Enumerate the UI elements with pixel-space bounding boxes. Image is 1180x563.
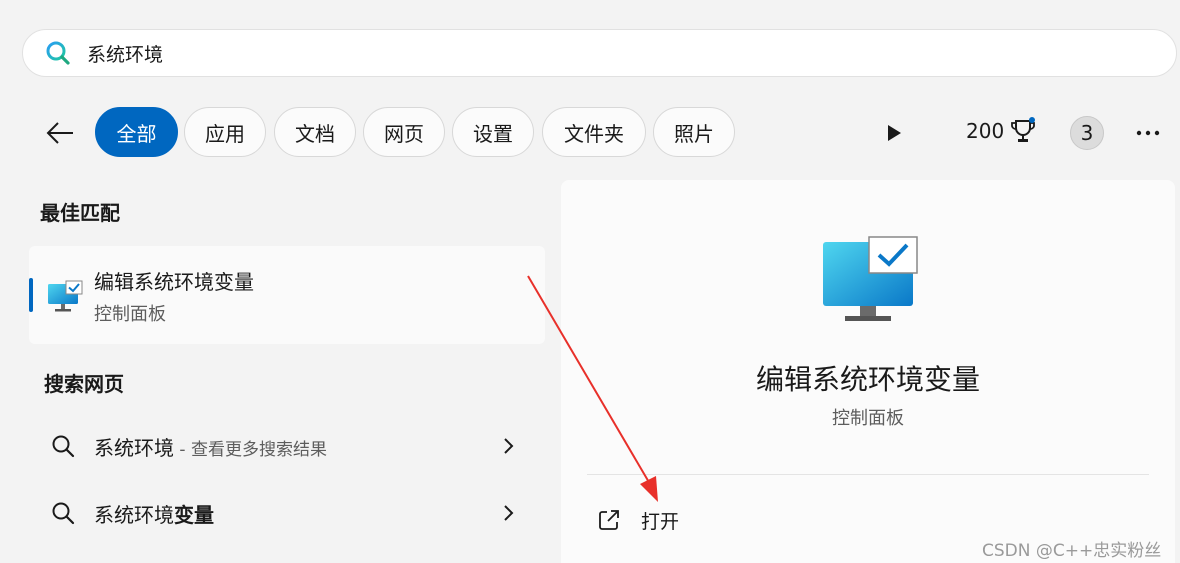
best-match-subtitle: 控制面板 bbox=[94, 304, 166, 325]
filter-row: 全部 应用 文档 网页 设置 文件夹 照片 200 3 bbox=[0, 105, 1180, 159]
search-web-heading: 搜索网页 bbox=[44, 372, 124, 396]
account-avatar[interactable]: 3 bbox=[1070, 116, 1104, 150]
chevron-right-icon bbox=[498, 502, 518, 524]
detail-panel: 编辑系统环境变量 控制面板 打开 bbox=[561, 180, 1175, 563]
points-value: 200 bbox=[966, 119, 1005, 143]
web-result-query-bold: 变量 bbox=[174, 503, 214, 527]
rewards-points[interactable]: 200 bbox=[966, 117, 1036, 145]
tab-apps[interactable]: 应用 bbox=[184, 107, 266, 157]
search-icon bbox=[50, 433, 76, 459]
search-icon bbox=[45, 40, 71, 66]
best-match-name: 编辑系统环境变量 bbox=[94, 270, 254, 294]
best-match-result[interactable]: 编辑系统环境变量 控制面板 bbox=[29, 246, 545, 344]
detail-subtitle: 控制面板 bbox=[832, 408, 904, 429]
tab-photos[interactable]: 照片 bbox=[653, 107, 735, 157]
chevron-right-icon bbox=[498, 435, 518, 457]
tab-web[interactable]: 网页 bbox=[363, 107, 445, 157]
open-external-icon bbox=[597, 508, 621, 532]
more-options-icon[interactable] bbox=[1132, 118, 1164, 148]
web-result-query: 系统环境 bbox=[94, 503, 174, 527]
web-result-query: 系统环境 bbox=[94, 436, 174, 460]
divider bbox=[587, 474, 1149, 475]
open-button[interactable]: 打开 bbox=[597, 502, 679, 538]
system-properties-icon bbox=[47, 280, 83, 314]
detail-title: 编辑系统环境变量 bbox=[755, 363, 980, 396]
tab-documents[interactable]: 文档 bbox=[274, 107, 356, 157]
selection-indicator bbox=[29, 278, 33, 312]
best-match-heading: 最佳匹配 bbox=[40, 201, 120, 225]
play-icon[interactable] bbox=[880, 119, 908, 147]
watermark: CSDN @C++忠实粉丝 bbox=[982, 541, 1162, 561]
back-arrow-icon[interactable] bbox=[42, 115, 78, 151]
tab-settings[interactable]: 设置 bbox=[452, 107, 534, 157]
search-input[interactable] bbox=[87, 33, 987, 73]
tab-folders[interactable]: 文件夹 bbox=[542, 107, 646, 157]
search-icon bbox=[50, 500, 76, 526]
web-result-row[interactable]: 系统环境 - 查看更多搜索结果 bbox=[30, 419, 546, 473]
web-result-text: 系统环境变量 bbox=[94, 499, 214, 528]
search-box[interactable] bbox=[22, 29, 1177, 77]
web-result-text: 系统环境 - 查看更多搜索结果 bbox=[94, 432, 327, 461]
tab-all[interactable]: 全部 bbox=[95, 107, 178, 157]
web-result-row[interactable]: 系统环境变量 bbox=[30, 486, 546, 540]
trophy-icon bbox=[1010, 117, 1036, 145]
open-label: 打开 bbox=[641, 510, 680, 533]
web-result-hint: - 查看更多搜索结果 bbox=[174, 440, 327, 460]
system-properties-icon bbox=[821, 236, 919, 324]
